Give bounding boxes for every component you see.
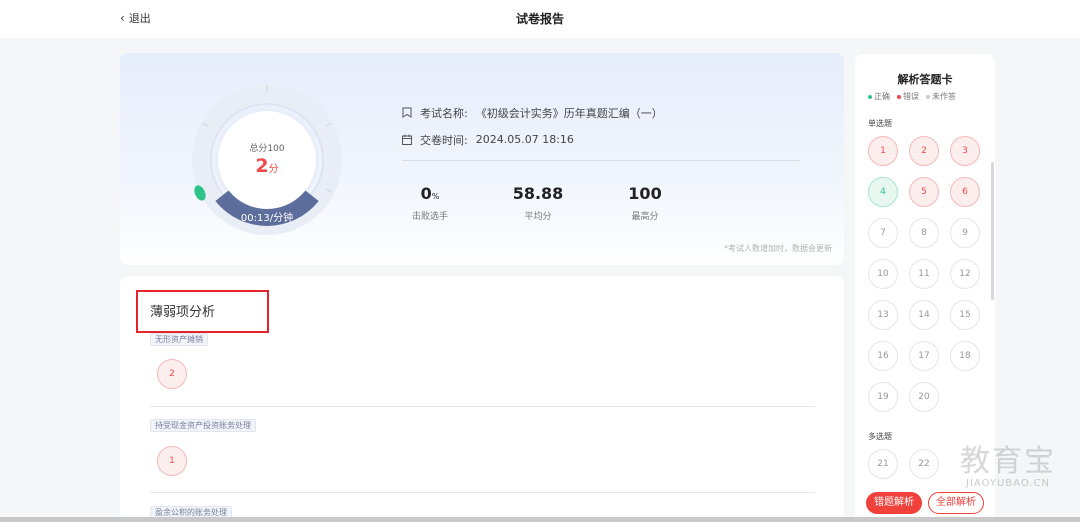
score-display: 2分 bbox=[218, 155, 316, 177]
stat-value: 100 bbox=[628, 184, 662, 203]
weak-item-divider bbox=[150, 406, 815, 407]
answer-sheet-title: 解析答题卡 bbox=[897, 73, 953, 86]
question-number-button[interactable]: 22 bbox=[909, 449, 939, 479]
bottom-scrollbar[interactable] bbox=[0, 517, 1080, 522]
exam-name-label: 考试名称: bbox=[420, 106, 468, 120]
stat-average-score: 58.88 平均分 bbox=[498, 184, 578, 222]
answer-sheet-scrollbar[interactable] bbox=[991, 162, 994, 300]
multi-choice-label: 多选题 bbox=[868, 432, 892, 441]
question-number-button[interactable]: 16 bbox=[868, 341, 898, 371]
knowledge-tag: 持受现金资产投资账务处理 bbox=[150, 419, 256, 432]
top-bar: ‹ 退出 试卷报告 bbox=[0, 0, 1080, 38]
question-number-button[interactable]: 8 bbox=[909, 218, 939, 248]
legend-correct: 正确 bbox=[868, 91, 890, 102]
watermark-text: 教育宝 bbox=[960, 444, 1056, 479]
question-number-button[interactable]: 10 bbox=[868, 259, 898, 289]
submit-time-row: 交卷时间: 2024.05.07 18:16 bbox=[402, 126, 663, 153]
question-number-button[interactable]: 15 bbox=[950, 300, 980, 330]
calendar-icon bbox=[402, 134, 412, 145]
answer-legend: 正确 错误 未作答 bbox=[868, 91, 956, 102]
score-unit: 分 bbox=[268, 164, 279, 175]
submit-time: 2024.05.07 18:16 bbox=[475, 133, 574, 146]
exam-info: 考试名称: 《初级会计实务》历年真题汇编（一） 交卷时间: 2024.05.07… bbox=[402, 99, 663, 153]
question-number-button[interactable]: 18 bbox=[950, 341, 980, 371]
stat-beat-rate: 0% 击败选手 bbox=[390, 184, 470, 222]
weak-items-card: 薄弱项分析 无形资产摊销 2 持受现金资产投资账务处理 1 盈余公积的账务处理 bbox=[120, 276, 844, 522]
stat-label: 平均分 bbox=[524, 212, 552, 222]
question-number-button[interactable]: 7 bbox=[868, 218, 898, 248]
exam-name: 《初级会计实务》历年真题汇编（一） bbox=[475, 106, 663, 120]
stat-value: 0% bbox=[420, 184, 440, 203]
stat-label: 最高分 bbox=[631, 212, 659, 222]
stat-highest-score: 100 最高分 bbox=[605, 184, 685, 222]
question-number-button[interactable]: 19 bbox=[868, 382, 898, 412]
highlight-annotation-box bbox=[136, 290, 269, 333]
watermark-url: JIAOYUBAO.CN bbox=[966, 478, 1050, 489]
question-number-button[interactable]: 14 bbox=[909, 300, 939, 330]
bookmark-icon bbox=[402, 107, 412, 118]
weak-question-button[interactable]: 1 bbox=[157, 446, 187, 476]
all-analysis-button[interactable]: 全部解析 bbox=[928, 492, 984, 514]
wrong-analysis-button[interactable]: 错题解析 bbox=[866, 492, 922, 514]
question-number-button[interactable]: 3 bbox=[950, 136, 980, 166]
question-number-button[interactable]: 21 bbox=[868, 449, 898, 479]
answer-speed: 00:13/分钟 bbox=[240, 213, 294, 224]
question-number-button[interactable]: 1 bbox=[868, 136, 898, 166]
legend-unanswered: 未作答 bbox=[926, 91, 956, 102]
total-score-label: 总分100 bbox=[249, 144, 285, 154]
summary-divider bbox=[402, 160, 799, 161]
watermark: 教育宝 JIAOYUBAO.CN bbox=[948, 444, 1068, 490]
page-title: 试卷报告 bbox=[515, 12, 564, 26]
question-number-button[interactable]: 6 bbox=[950, 177, 980, 207]
question-number-button[interactable]: 2 bbox=[909, 136, 939, 166]
exam-name-row: 考试名称: 《初级会计实务》历年真题汇编（一） bbox=[402, 99, 663, 126]
score-summary-card: 总分100 2分 00:13/分钟 考试名称: 《初级会计实务》历年真题汇编（一… bbox=[120, 53, 844, 265]
weak-item-divider bbox=[150, 492, 815, 493]
question-number-button[interactable]: 12 bbox=[950, 259, 980, 289]
data-update-notice: *考试人数增加时，数据会更新 bbox=[724, 244, 832, 253]
question-number-button[interactable]: 17 bbox=[909, 341, 939, 371]
question-number-button[interactable]: 20 bbox=[909, 382, 939, 412]
question-number-button[interactable]: 11 bbox=[909, 259, 939, 289]
weak-question-button[interactable]: 2 bbox=[157, 359, 187, 389]
gauge-center: 总分100 2分 bbox=[218, 111, 316, 209]
stat-label: 击败选手 bbox=[411, 212, 448, 222]
question-number-button[interactable]: 5 bbox=[909, 177, 939, 207]
question-number-button[interactable]: 4 bbox=[868, 177, 898, 207]
knowledge-tag: 无形资产摊销 bbox=[150, 333, 208, 346]
stat-value: 58.88 bbox=[512, 184, 564, 203]
submit-time-label: 交卷时间: bbox=[420, 133, 468, 147]
question-number-button[interactable]: 9 bbox=[950, 218, 980, 248]
score-value: 2 bbox=[255, 155, 269, 177]
legend-wrong: 错误 bbox=[897, 91, 919, 102]
question-number-button[interactable]: 13 bbox=[868, 300, 898, 330]
single-choice-label: 单选题 bbox=[868, 119, 892, 128]
